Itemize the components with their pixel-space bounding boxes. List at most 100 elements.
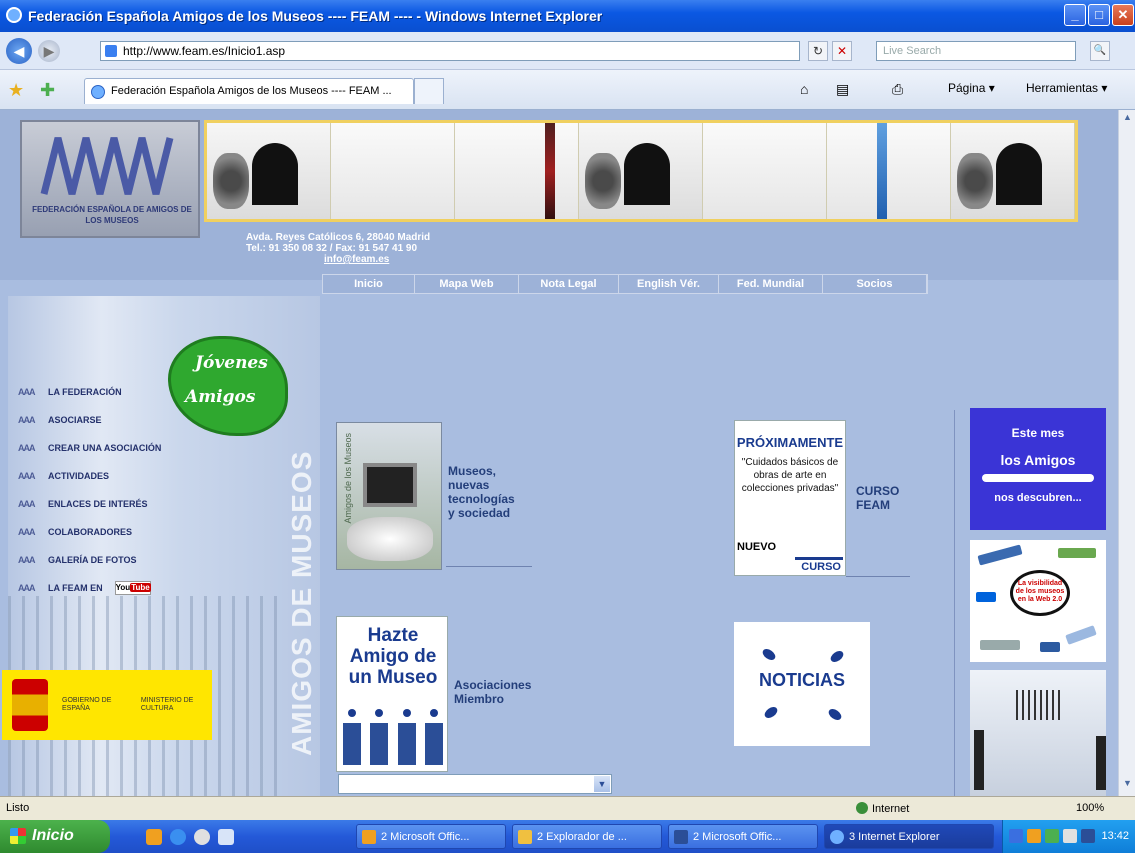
tray-security-icon[interactable] <box>1045 829 1059 843</box>
home-icon[interactable]: ⌂ <box>800 81 808 97</box>
museum-photo[interactable] <box>970 670 1106 796</box>
banner-blank-image <box>703 123 827 219</box>
web20-panel[interactable]: La visibilidad de los museos en la Web 2… <box>970 540 1106 662</box>
back-button[interactable]: ◀ <box>6 38 32 64</box>
hazte-text: Hazte Amigo de un Museo <box>337 625 449 688</box>
nav-fed-mundial[interactable]: Fed. Mundial <box>719 275 823 293</box>
start-button[interactable]: Inicio <box>0 820 110 853</box>
nav-english[interactable]: English Vér. <box>619 275 719 293</box>
proximamente-panel[interactable]: PRÓXIMAMENTE "Cuidados básicos de obras … <box>734 420 846 576</box>
menu-bullet-icon: AAA <box>18 555 36 565</box>
ie-icon <box>830 830 844 844</box>
museos-tecnologias-book[interactable]: Amigos de los Museos <box>336 422 442 570</box>
address-line-2: Tel.: 91 350 08 32 / Fax: 91 547 41 90 <box>246 243 418 254</box>
print-icon[interactable]: ⎙ <box>892 81 903 98</box>
maximize-button[interactable]: □ <box>1088 4 1110 26</box>
quicklaunch-office-icon[interactable] <box>146 829 162 845</box>
scroll-down-icon[interactable]: ▼ <box>1121 778 1134 792</box>
menu-label: LA FEDERACIÓN <box>48 387 122 397</box>
minimize-button[interactable]: _ <box>1064 4 1086 26</box>
url-field[interactable]: http://www.feam.es/Inicio1.asp <box>100 41 800 61</box>
logo-chip-icon <box>980 640 1020 650</box>
menu-feam-en-youtube[interactable]: AAA LA FEAM EN YouTube <box>18 580 151 596</box>
feam-logo-mark-icon <box>40 137 174 195</box>
task-internet-explorer[interactable]: 3 Internet Explorer <box>824 824 994 849</box>
decor-bar <box>982 474 1094 482</box>
task-office-2[interactable]: 2 Microsoft Offic... <box>668 824 818 849</box>
nav-inicio[interactable]: Inicio <box>323 275 415 293</box>
menu-asociarse[interactable]: AAA ASOCIARSE <box>18 412 102 428</box>
divider <box>795 557 843 560</box>
divider <box>846 576 910 577</box>
nav-socios[interactable]: Socios <box>823 275 927 293</box>
hazte-line: un Museo <box>348 667 438 688</box>
logo-chip-icon <box>1040 642 1060 652</box>
este-mes-line-2: los Amigos <box>1000 452 1076 468</box>
email-link[interactable]: info@feam.es <box>324 254 389 265</box>
chevron-down-icon[interactable]: ▼ <box>594 776 610 792</box>
page-icon <box>105 45 117 57</box>
caption-line: nuevas <box>448 478 490 492</box>
hazte-amigo-panel[interactable]: Hazte Amigo de un Museo <box>336 616 448 772</box>
noticias-label: NOTICIAS <box>758 670 845 690</box>
menu-crear-asociacion[interactable]: AAA CREAR UNA ASOCIACIÓN <box>18 440 161 456</box>
search-go-button[interactable]: 🔍 <box>1090 41 1110 61</box>
tab-active[interactable]: Federación Española Amigos de los Museos… <box>84 78 414 104</box>
decor-icon <box>828 648 846 665</box>
stop-button[interactable]: ✕ <box>832 41 852 61</box>
zone-indicator: Internet <box>856 802 909 815</box>
new-tab-button[interactable] <box>414 78 444 104</box>
logo-chip-icon <box>976 592 996 602</box>
associations-select[interactable]: ▼ <box>338 774 612 794</box>
quicklaunch-desktop-icon[interactable] <box>218 829 234 845</box>
jovenes-amigos-badge[interactable]: Jóvenes Amigos <box>168 336 288 436</box>
menu-colaboradores[interactable]: AAA COLABORADORES <box>18 524 132 540</box>
este-mes-panel[interactable]: Este mes los Amigos nos descubren... <box>970 408 1106 530</box>
tray-network-icon[interactable] <box>1009 829 1023 843</box>
task-explorer[interactable]: 2 Explorador de ... <box>512 824 662 849</box>
gobierno-banner[interactable]: GOBIERNO DE ESPAÑA MINISTERIO DE CULTURA <box>2 670 212 740</box>
caption-line: CURSO <box>856 484 900 498</box>
feeds-icon[interactable]: ▤ <box>836 81 849 98</box>
youtube-logo-icon[interactable]: YouTube <box>114 581 151 595</box>
search-input[interactable]: Live Search <box>876 41 1076 61</box>
banner-red-image <box>455 123 579 219</box>
asociaciones-caption[interactable]: Asociaciones Miembro <box>454 678 531 706</box>
tray-display-icon[interactable] <box>1063 829 1077 843</box>
scroll-up-icon[interactable]: ▲ <box>1121 112 1134 126</box>
youtube-you: You <box>115 583 131 592</box>
quicklaunch-ie-icon[interactable] <box>170 829 186 845</box>
system-tray: 13:42 <box>1002 820 1135 853</box>
favorites-star-icon[interactable]: ★ <box>8 80 24 101</box>
youtube-tube: Tube <box>130 583 151 592</box>
quicklaunch-media-icon[interactable] <box>194 829 210 845</box>
tray-word-icon[interactable] <box>1081 829 1095 843</box>
feam-logo[interactable]: FEDERACIÓN ESPAÑOLA DE AMIGOS DE LOS MUS… <box>20 120 200 238</box>
banner-arch-image <box>579 123 703 219</box>
close-button[interactable]: ✕ <box>1112 4 1134 26</box>
decor-icon <box>826 706 844 723</box>
curso-feam-caption[interactable]: CURSO FEAM <box>856 484 899 512</box>
nav-mapa-web[interactable]: Mapa Web <box>415 275 519 293</box>
menu-actividades[interactable]: AAA ACTIVIDADES <box>18 468 109 484</box>
nav-nota-legal[interactable]: Nota Legal <box>519 275 619 293</box>
task-label: 2 Microsoft Offic... <box>381 831 470 843</box>
task-office-1[interactable]: 2 Microsoft Offic... <box>356 824 506 849</box>
tray-office-icon[interactable] <box>1027 829 1041 843</box>
logo-chip-icon <box>1058 548 1096 558</box>
banner-arch-image <box>207 123 331 219</box>
menu-la-federacion[interactable]: AAA LA FEDERACIÓN <box>18 384 122 400</box>
zoom-level[interactable]: 100% <box>1076 802 1104 814</box>
add-favorites-icon[interactable]: ✚ <box>40 80 55 101</box>
banner-arch-image <box>951 123 1075 219</box>
noticias-panel[interactable]: NOTICIAS <box>734 622 870 746</box>
tools-menu[interactable]: Herramientas ▾ <box>1026 81 1107 95</box>
refresh-button[interactable]: ↻ <box>808 41 828 61</box>
page-menu[interactable]: Página ▾ <box>948 81 995 95</box>
vertical-scrollbar[interactable]: ▲ ▼ <box>1118 110 1135 796</box>
page-viewport: FEDERACIÓN ESPAÑOLA DE AMIGOS DE LOS MUS… <box>0 110 1118 796</box>
menu-galeria[interactable]: AAA GALERÍA DE FOTOS <box>18 552 137 568</box>
museos-caption[interactable]: Museos, nuevas tecnologías y sociedad <box>448 464 515 520</box>
forward-button[interactable]: ▶ <box>38 40 60 62</box>
menu-enlaces[interactable]: AAA ENLACES DE INTERÉS <box>18 496 148 512</box>
